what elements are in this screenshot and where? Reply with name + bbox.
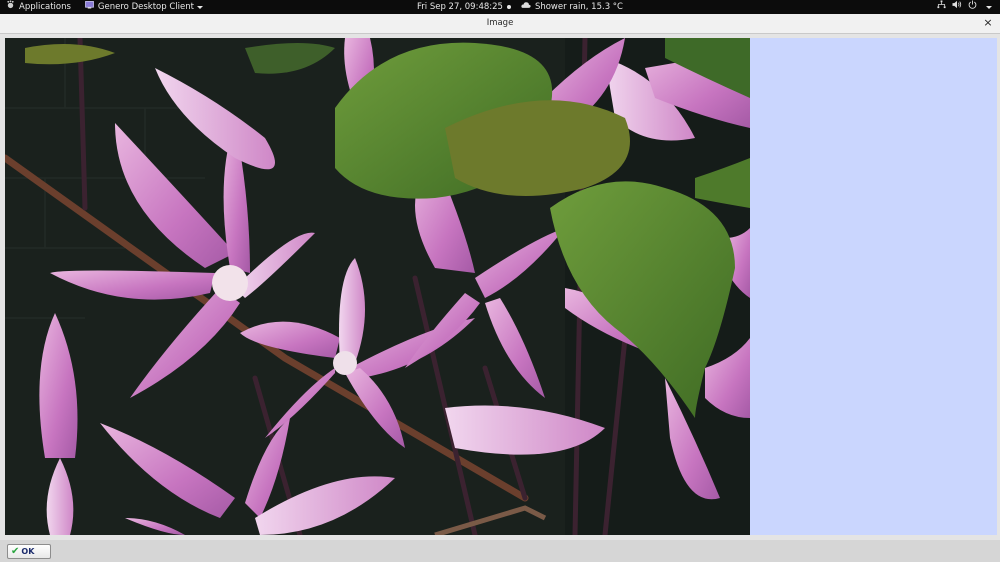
weather-label[interactable]: Shower rain, 15.3 °C bbox=[535, 0, 623, 14]
flower-photo bbox=[5, 38, 750, 535]
applications-label: Applications bbox=[19, 2, 71, 12]
close-icon: × bbox=[983, 16, 993, 29]
gnome-foot-icon bbox=[6, 0, 15, 14]
chevron-down-icon bbox=[196, 5, 203, 9]
applications-menu[interactable]: Applications bbox=[6, 0, 71, 14]
network-icon[interactable] bbox=[937, 0, 946, 14]
notification-dot-icon bbox=[506, 5, 511, 9]
window-content bbox=[0, 34, 1000, 540]
app-menu[interactable]: Genero Desktop Client bbox=[85, 0, 203, 14]
side-panel bbox=[750, 38, 997, 535]
close-button[interactable]: × bbox=[982, 17, 994, 29]
clock[interactable]: Fri Sep 27, 09:48:25 bbox=[417, 0, 503, 14]
window-title-bar: Image × bbox=[0, 14, 1000, 34]
power-icon[interactable] bbox=[968, 0, 977, 14]
ok-label: OK bbox=[21, 547, 35, 556]
photo-image bbox=[5, 38, 750, 535]
dialog-button-bar: ✔ OK bbox=[0, 540, 1000, 562]
checkmark-icon: ✔ bbox=[11, 545, 20, 557]
system-menu-chevron-icon[interactable] bbox=[986, 5, 992, 9]
volume-icon[interactable] bbox=[952, 0, 962, 14]
genero-app-icon bbox=[85, 0, 94, 14]
app-name-label: Genero Desktop Client bbox=[97, 2, 194, 12]
window-title: Image bbox=[486, 18, 514, 28]
ok-button[interactable]: ✔ OK bbox=[7, 544, 51, 559]
weather-cloud-icon bbox=[521, 0, 531, 14]
system-top-bar: Applications Genero Desktop Client Fri S… bbox=[0, 0, 1000, 14]
